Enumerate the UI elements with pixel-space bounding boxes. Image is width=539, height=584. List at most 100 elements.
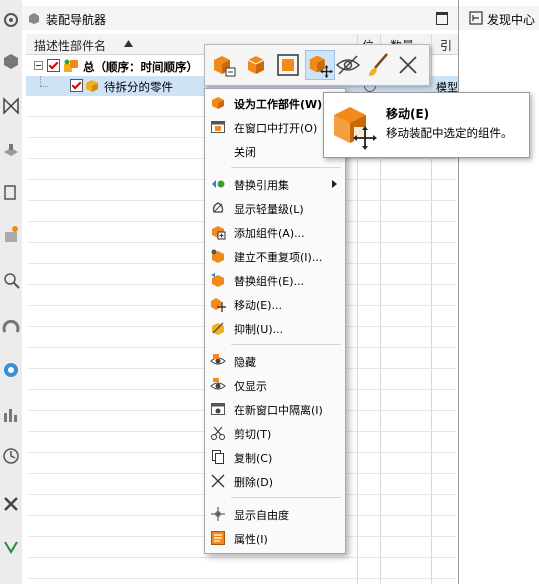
close-toolbar-button[interactable]	[393, 50, 423, 80]
menu-separator	[231, 497, 341, 498]
sort-ascending-icon	[124, 40, 133, 47]
set-work-part-icon	[214, 56, 236, 77]
system-materials-icon[interactable]	[1, 360, 21, 380]
menu-item-make-unique[interactable]: 建立不重复项(I)...	[205, 245, 345, 267]
column-name-header[interactable]: 描述性部件名	[34, 37, 106, 54]
move-component-button[interactable]	[305, 50, 335, 80]
menu-item-label: 抑制(U)...	[234, 323, 284, 336]
move-tooltip: 移动(E) 移动装配中选定的组件。	[323, 92, 530, 158]
process-studio-icon[interactable]	[1, 404, 21, 424]
menu-item-label: 移动(E)...	[234, 299, 283, 312]
history-icon[interactable]	[1, 318, 21, 338]
clock-icon[interactable]	[1, 446, 21, 466]
menu-item-label: 在窗口中打开(O)	[234, 122, 318, 135]
menu-item-label: 设为工作部件(W)	[234, 98, 323, 111]
collapse-toggle-icon[interactable]	[34, 61, 43, 70]
part-navigator-icon[interactable]	[1, 140, 21, 160]
menu-item-label: 仅显示	[234, 380, 267, 393]
menu-item-show-dof[interactable]: 显示自由度	[205, 503, 345, 525]
menu-item-copy[interactable]: 复制(C)	[205, 446, 345, 468]
show-only-icon	[210, 378, 226, 390]
tooltip-description: 移动装配中选定的组件。	[386, 126, 513, 140]
settings-gear-icon[interactable]	[1, 10, 21, 30]
submenu-arrow-icon	[332, 180, 337, 188]
visibility-checkbox[interactable]	[70, 79, 83, 92]
menu-item-add-component[interactable]: 添加组件(A)...	[205, 221, 345, 243]
maximize-icon[interactable]	[436, 12, 448, 25]
column-reference-header[interactable]: 引	[440, 37, 452, 54]
row-divider	[28, 557, 456, 558]
add-component-icon	[212, 226, 226, 240]
copy-icon	[212, 450, 224, 464]
open-part-icon	[247, 56, 265, 74]
paint-brush-button[interactable]	[363, 50, 393, 80]
menu-item-label: 替换引用集	[234, 179, 289, 192]
hide-icon	[335, 55, 361, 75]
replace-component-icon	[211, 273, 224, 287]
web-browser-icon[interactable]	[1, 270, 21, 290]
menu-item-label: 属性(I)	[234, 533, 268, 546]
move-component-icon	[309, 55, 334, 79]
menu-item-label: 替换组件(E)...	[234, 275, 305, 288]
tooltip-title: 移动(E)	[386, 107, 430, 121]
suppress-icon	[212, 322, 224, 335]
constraint-navigator-icon[interactable]	[1, 96, 21, 116]
properties-icon	[211, 531, 225, 545]
assembly-navigator-icon[interactable]	[1, 50, 21, 70]
isolate-icon	[211, 403, 225, 415]
discovery-center-title: 发现中心	[487, 13, 536, 27]
open-in-window-icon	[211, 121, 225, 133]
tree-node-label: 总（顺序：时间顺序）	[83, 60, 198, 74]
delete-icon	[211, 474, 225, 488]
menu-item-replace-component[interactable]: 替换组件(E)...	[205, 269, 345, 291]
row-divider	[28, 578, 456, 579]
menu-item-move[interactable]: 移动(E)...	[205, 293, 345, 315]
menu-item-replace-reference-set[interactable]: 替换引用集	[205, 173, 345, 195]
menu-item-suppress[interactable]: 抑制(U)...	[205, 317, 345, 339]
navigator-title: 装配导航器	[46, 13, 107, 27]
menu-item-isolate-new-window[interactable]: 在新窗口中隔离(I)	[205, 398, 345, 420]
work-part-icon	[212, 97, 224, 109]
menu-item-label: 显示自由度	[234, 509, 289, 522]
roles-icon[interactable]	[1, 536, 21, 556]
hide-button[interactable]	[333, 50, 363, 80]
menu-item-label: 建立不重复项(I)...	[234, 251, 323, 264]
move-large-icon	[334, 107, 377, 150]
discovery-title-bar[interactable]: 发现中心	[459, 6, 539, 30]
open-part-button[interactable]	[241, 50, 271, 80]
menu-item-hide[interactable]: 隐藏	[205, 350, 345, 372]
tree-node-label: 待拆分的零件	[104, 80, 173, 94]
menu-item-cut[interactable]: 剪切(T)	[205, 422, 345, 444]
hd3d-tools-icon[interactable]	[1, 224, 21, 244]
menu-item-delete[interactable]: 删除(D)	[205, 470, 345, 492]
menu-item-label: 在新窗口中隔离(I)	[234, 404, 323, 417]
menu-item-label: 关闭	[234, 146, 256, 159]
dof-icon	[211, 507, 225, 521]
quick-action-toolbar	[204, 44, 430, 86]
make-unique-icon	[211, 249, 224, 263]
reuse-library-icon[interactable]	[1, 182, 21, 202]
discovery-center-icon	[469, 11, 483, 25]
menu-item-show-lightweight[interactable]: 显示轻量级(L)	[205, 197, 345, 219]
display-only-button[interactable]	[273, 50, 303, 80]
close-icon	[399, 56, 417, 74]
hide-eye-icon	[210, 354, 226, 365]
left-resource-bar	[0, 0, 23, 584]
replace-refset-icon	[212, 180, 225, 188]
menu-separator	[231, 167, 341, 168]
menu-item-show-only[interactable]: 仅显示	[205, 374, 345, 396]
menu-item-properties[interactable]: 属性(I)	[205, 527, 345, 549]
set-work-part-button[interactable]	[209, 50, 239, 80]
menu-item-label: 删除(D)	[234, 476, 274, 489]
menu-item-label: 复制(C)	[234, 452, 273, 465]
navigator-title-bar: 装配导航器	[22, 6, 458, 30]
brush-icon	[369, 53, 388, 76]
menu-item-label: 剪切(T)	[234, 428, 272, 441]
assembly-icon	[64, 59, 78, 72]
visibility-checkbox[interactable]	[47, 59, 60, 72]
move-icon	[211, 298, 226, 312]
discovery-center-panel: 发现中心	[459, 0, 539, 584]
display-only-icon	[277, 54, 299, 76]
tools-icon[interactable]	[1, 494, 21, 514]
component-icon	[86, 80, 98, 92]
